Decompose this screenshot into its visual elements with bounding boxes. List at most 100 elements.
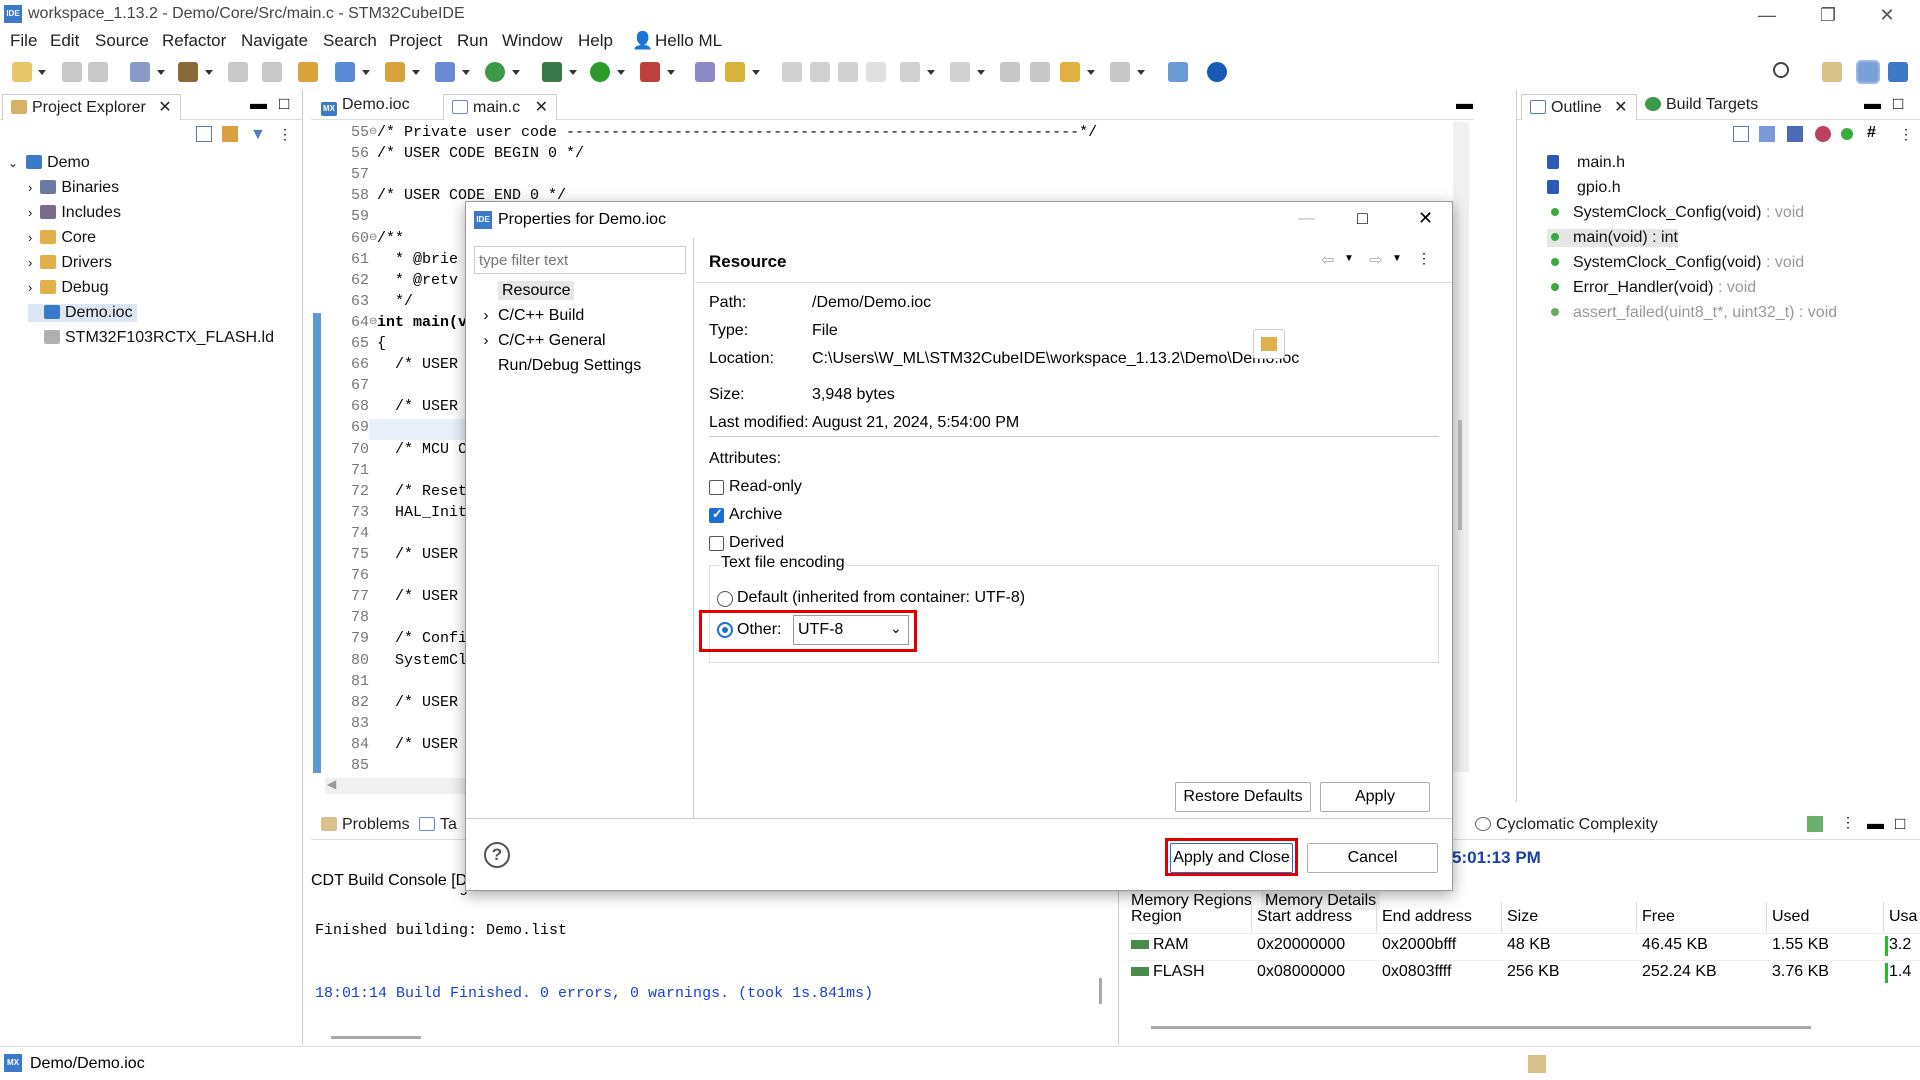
- memory-scrollbar-thumb[interactable]: [1151, 1026, 1811, 1029]
- new-icon[interactable]: [12, 62, 32, 82]
- tree-item[interactable]: Demo.ioc: [28, 304, 137, 322]
- menu-run[interactable]: Run: [457, 31, 488, 51]
- search-icon[interactable]: [1773, 62, 1789, 78]
- maximize-view-icon[interactable]: □: [1895, 814, 1905, 834]
- restore-defaults-button[interactable]: Restore Defaults: [1175, 782, 1311, 812]
- menu-refactor[interactable]: Refactor: [162, 31, 226, 51]
- tree-item[interactable]: › Core: [28, 229, 96, 247]
- outline-item[interactable]: main(void) : int: [1547, 229, 1678, 247]
- column-header[interactable]: Start address: [1257, 908, 1352, 926]
- column-header[interactable]: Free: [1642, 908, 1675, 926]
- filter-icon[interactable]: ▼: [250, 126, 266, 144]
- checkbox-archive[interactable]: ✓: [709, 506, 724, 523]
- outline-item[interactable]: SystemClock_Config(void) : void: [1547, 254, 1804, 272]
- encoding-select[interactable]: UTF-8 ⌄: [793, 615, 909, 645]
- menu-hello-ml[interactable]: Hello ML: [655, 31, 722, 51]
- chevron-right-icon[interactable]: ›: [474, 332, 498, 349]
- forward-dropdown-icon[interactable]: ▼: [1392, 253, 1402, 264]
- tab-cyclomatic-complexity[interactable]: Cyclomatic Complexity: [1467, 814, 1666, 840]
- table-row[interactable]: [1127, 933, 1920, 934]
- dialog-nav-item[interactable]: Resource: [474, 281, 575, 300]
- ioc-icon[interactable]: [298, 62, 318, 82]
- tab-outline[interactable]: Outline ✕: [1521, 94, 1637, 120]
- back-dropdown-icon[interactable]: ▼: [1344, 253, 1354, 264]
- scroll-left-icon[interactable]: ◀: [327, 777, 336, 791]
- tab-tasks[interactable]: Ta: [411, 814, 465, 840]
- column-header[interactable]: Size: [1507, 908, 1538, 926]
- chevron-right-icon[interactable]: ›: [28, 255, 32, 270]
- pin-view-icon[interactable]: [1807, 816, 1823, 832]
- tab-demo-ioc[interactable]: MX Demo.ioc: [313, 94, 418, 120]
- collapse-all-icon[interactable]: [1733, 126, 1749, 142]
- tab-problems[interactable]: Problems: [313, 814, 418, 840]
- search-file-icon[interactable]: [262, 62, 282, 82]
- tree-item[interactable]: › Drivers: [28, 254, 112, 272]
- chevron-right-icon[interactable]: ›: [28, 280, 32, 295]
- menu-project[interactable]: Project: [389, 31, 442, 51]
- chevron-right-icon[interactable]: ›: [474, 307, 498, 324]
- checkbox-read-only[interactable]: [709, 480, 724, 495]
- minimize-view-icon[interactable]: ▬: [1867, 814, 1884, 834]
- block-icon[interactable]: [838, 62, 858, 82]
- filter-input[interactable]: [474, 246, 686, 274]
- column-header[interactable]: Region: [1131, 908, 1182, 926]
- menu-source[interactable]: Source: [95, 31, 149, 51]
- next-annotation-icon[interactable]: [900, 62, 920, 82]
- console-vscroll-thumb[interactable]: [1099, 978, 1102, 1004]
- build-hammer-icon[interactable]: [178, 62, 198, 82]
- pilcrow-icon[interactable]: [866, 62, 886, 82]
- apply-button[interactable]: Apply: [1320, 782, 1430, 812]
- minimize-view-icon[interactable]: ▬: [1864, 94, 1881, 114]
- forward-edit-icon[interactable]: [1030, 62, 1050, 82]
- prev-annotation-icon[interactable]: [950, 62, 970, 82]
- menu-navigate[interactable]: Navigate: [241, 31, 308, 51]
- tree-item[interactable]: STM32F103RCTX_FLASH.ld: [28, 329, 274, 347]
- view-menu-icon[interactable]: ⋮: [1899, 126, 1913, 143]
- help-icon[interactable]: ?: [484, 842, 510, 868]
- outline-item[interactable]: assert_failed(uint8_t*, uint32_t) : void: [1547, 304, 1837, 322]
- progress-icon[interactable]: [1528, 1055, 1546, 1073]
- sort-icon[interactable]: [1759, 126, 1775, 142]
- chevron-down-icon[interactable]: ⌄: [8, 156, 18, 170]
- checkbox-derived[interactable]: [709, 536, 724, 551]
- dialog-nav-item[interactable]: › C/C++ Build: [474, 307, 585, 325]
- tree-item[interactable]: › Includes: [28, 204, 121, 222]
- hide-static-icon[interactable]: [1815, 126, 1831, 142]
- back-nav-icon[interactable]: ⇦: [1321, 250, 1334, 270]
- maximize-view-icon[interactable]: □: [279, 94, 289, 114]
- debug-bug-icon[interactable]: [542, 62, 562, 82]
- new-folder-icon[interactable]: [385, 62, 405, 82]
- close-tab-icon[interactable]: ✕: [158, 99, 171, 116]
- collapse-all-icon[interactable]: [196, 126, 212, 142]
- back-icon[interactable]: [1060, 62, 1080, 82]
- close-tab-icon[interactable]: ✕: [1614, 99, 1627, 116]
- outline-item[interactable]: main.h: [1547, 154, 1625, 172]
- mark-icon[interactable]: [810, 62, 830, 82]
- console-output[interactable]: Finished building: default.size.stdout Fi…: [311, 892, 1101, 1032]
- open-task-icon[interactable]: [725, 62, 745, 82]
- settings-icon[interactable]: [130, 62, 150, 82]
- menu-file[interactable]: File: [10, 31, 37, 51]
- dialog-nav-item[interactable]: Run/Debug Settings: [474, 357, 641, 375]
- pen-icon[interactable]: [782, 62, 802, 82]
- apply-and-close-button[interactable]: Apply and Close: [1170, 843, 1293, 873]
- build-all-icon[interactable]: [228, 62, 248, 82]
- forward-nav-icon[interactable]: ⇨: [1369, 250, 1382, 270]
- run-config-icon[interactable]: [640, 62, 660, 82]
- cancel-button[interactable]: Cancel: [1307, 843, 1438, 873]
- restore-icon[interactable]: ❐: [1805, 2, 1851, 28]
- tree-item[interactable]: ⌄ Demo: [8, 154, 90, 172]
- tree-item[interactable]: › Binaries: [28, 179, 119, 197]
- hide-macros-icon[interactable]: #: [1867, 124, 1876, 142]
- last-edit-icon[interactable]: [1000, 62, 1020, 82]
- maximize-view-icon[interactable]: □: [1893, 94, 1903, 114]
- vertical-scrollbar[interactable]: [1453, 122, 1469, 772]
- hide-nonpublic-icon[interactable]: [1841, 128, 1853, 140]
- view-menu-icon[interactable]: ⋮: [278, 126, 292, 143]
- scrollbar-thumb[interactable]: [1458, 420, 1462, 530]
- run-icon[interactable]: [590, 62, 610, 82]
- menu-edit[interactable]: Edit: [50, 31, 79, 51]
- view-menu-icon[interactable]: ⋮: [1841, 814, 1855, 831]
- cpp-perspective-icon[interactable]: [1856, 60, 1880, 84]
- new-project-icon[interactable]: [335, 62, 355, 82]
